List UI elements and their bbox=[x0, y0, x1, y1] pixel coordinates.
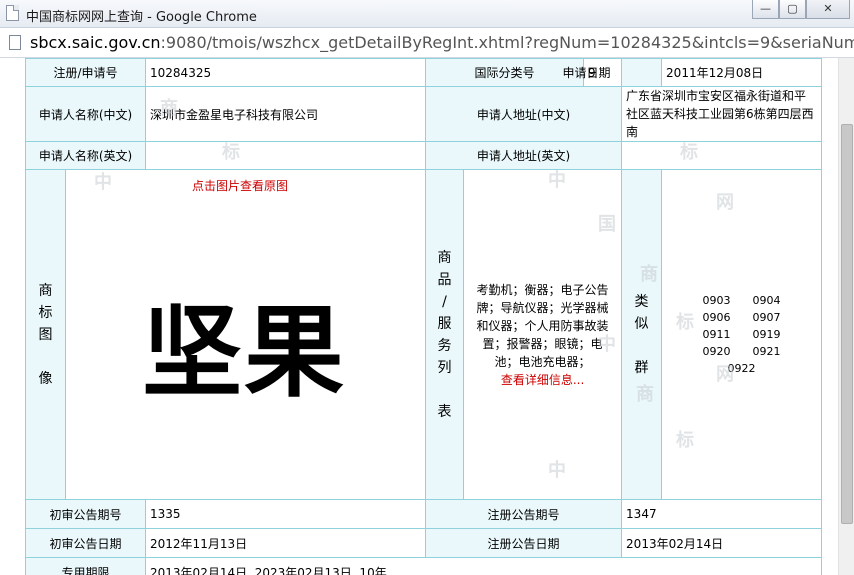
group-code: 0920 bbox=[702, 345, 731, 358]
label-char: 品 bbox=[437, 271, 452, 288]
label-char bbox=[430, 379, 459, 401]
label-similar-group: 类 似 群 bbox=[621, 169, 663, 500]
trademark-detail-table: 注册/申请号 10284325 国际分类号 9 申请日期 2011年12月08日… bbox=[24, 58, 823, 575]
label-char: 像 bbox=[38, 370, 53, 387]
trademark-mark-text: 坚果 bbox=[142, 293, 346, 411]
value-address-en bbox=[621, 141, 823, 170]
group-code: 0922 bbox=[727, 362, 756, 375]
page-icon bbox=[9, 35, 21, 50]
value-prelim-pub-num: 1335 bbox=[145, 499, 427, 529]
label-char: 表 bbox=[437, 403, 452, 420]
close-icon[interactable]: ✕ bbox=[806, 0, 850, 19]
group-code: 0904 bbox=[752, 294, 781, 307]
vertical-scrollbar[interactable] bbox=[838, 58, 854, 575]
label-char: 群 bbox=[634, 359, 649, 376]
row-trademark-image: 商 标 图 像 点击图片查看原图 坚果 商 品 / 服 务 列 表 考勤机；衡器… bbox=[25, 169, 823, 500]
value-apply-date: 2011年12月08日 bbox=[661, 58, 823, 87]
group-code: 0906 bbox=[702, 311, 731, 324]
label-address-cn: 申请人地址(中文) bbox=[425, 86, 623, 142]
label-char: 图 bbox=[38, 326, 53, 343]
label-char: / bbox=[442, 293, 447, 310]
value-address-cn: 广东省深圳市宝安区福永街道和平社区蓝天科技工业园第6栋第四层西南 bbox=[621, 86, 823, 142]
scrollbar-thumb[interactable] bbox=[841, 124, 853, 524]
row-applicant-cn: 申请人名称(中文) 深圳市金盈星电子科技有限公司 申请人地址(中文) 广东省深圳… bbox=[24, 86, 823, 142]
label-apply-date-text: 申请日期 bbox=[562, 66, 611, 80]
row-pub-date: 初审公告日期 2012年11月13日 注册公告日期 2013年02月14日 bbox=[24, 528, 823, 558]
label-apply-date: 申请日期 bbox=[563, 58, 663, 87]
label-char: 标 bbox=[38, 304, 53, 321]
window-title: 中国商标网网上查询 - Google Chrome bbox=[26, 10, 257, 25]
value-exclusive-term: 2013年02月14日 2023年02月13日 10年 bbox=[145, 557, 823, 575]
label-char: 商 bbox=[38, 282, 53, 299]
value-reg-pub-num: 1347 bbox=[621, 499, 823, 529]
goods-text: 考勤机；衡器；电子公告牌；导航仪器；光学器械和仪器；个人用防事故装置；报警器；眼… bbox=[476, 282, 609, 369]
label-char: 似 bbox=[634, 315, 649, 332]
url-host: sbcx.saic.gov.cn bbox=[30, 33, 161, 52]
label-applicant-cn: 申请人名称(中文) bbox=[24, 86, 147, 142]
label-intl-class: 国际分类号 bbox=[425, 58, 585, 87]
label-prelim-pub-num: 初审公告期号 bbox=[24, 499, 147, 529]
row-registration: 注册/申请号 10284325 国际分类号 9 申请日期 2011年12月08日 bbox=[24, 58, 823, 87]
group-code: 0919 bbox=[752, 328, 781, 341]
goods-services-list: 考勤机；衡器；电子公告牌；导航仪器；光学器械和仪器；个人用防事故装置；报警器；眼… bbox=[463, 169, 623, 500]
similar-groups-grid: 0903 0904 0906 0907 0911 0919 0920 0921 0922 bbox=[692, 292, 792, 377]
trademark-image-cell: 点击图片查看原图 坚果 bbox=[64, 169, 427, 500]
row-applicant-en: 申请人名称(英文) 申请人地址(英文) bbox=[24, 141, 823, 170]
window-controls: — ▢ ✕ bbox=[752, 0, 850, 20]
group-code: 0911 bbox=[702, 328, 731, 341]
value-reg-num: 10284325 bbox=[145, 58, 427, 87]
label-char: 列 bbox=[437, 359, 452, 376]
group-code: 0903 bbox=[702, 294, 731, 307]
maximize-icon[interactable]: ▢ bbox=[779, 0, 806, 19]
label-exclusive-term: 专用期限 bbox=[24, 557, 147, 575]
label-char bbox=[626, 335, 657, 357]
value-reg-pub-date: 2013年02月14日 bbox=[621, 528, 823, 558]
label-reg-num: 注册/申请号 bbox=[24, 58, 147, 87]
view-details-link[interactable]: 查看详细信息... bbox=[474, 371, 611, 389]
label-char bbox=[30, 346, 61, 368]
label-goods-list: 商 品 / 服 务 列 表 bbox=[425, 169, 465, 500]
minimize-icon[interactable]: — bbox=[752, 0, 779, 19]
similar-groups: 0903 0904 0906 0907 0911 0919 0920 0921 0922 bbox=[661, 169, 823, 500]
row-pub-num: 初审公告期号 1335 注册公告期号 1347 bbox=[24, 499, 823, 529]
label-char: 类 bbox=[634, 293, 649, 310]
label-char: 服 bbox=[437, 315, 452, 332]
value-prelim-pub-date: 2012年11月13日 bbox=[145, 528, 427, 558]
address-bar[interactable]: sbcx.saic.gov.cn:9080/tmois/wszhcx_getDe… bbox=[0, 28, 854, 58]
label-char: 务 bbox=[437, 337, 452, 354]
value-applicant-cn: 深圳市金盈星电子科技有限公司 bbox=[145, 86, 427, 142]
label-applicant-en: 申请人名称(英文) bbox=[24, 141, 147, 170]
label-reg-pub-date: 注册公告日期 bbox=[425, 528, 623, 558]
label-trademark-image: 商 标 图 像 bbox=[25, 169, 66, 500]
trademark-image[interactable]: 坚果 bbox=[94, 192, 394, 492]
group-code: 0907 bbox=[752, 311, 781, 324]
page-document-icon bbox=[6, 5, 19, 21]
label-reg-pub-num: 注册公告期号 bbox=[425, 499, 623, 529]
value-applicant-en bbox=[145, 141, 427, 170]
window-titlebar: 中国商标网网上查询 - Google Chrome — ▢ ✕ bbox=[0, 0, 854, 28]
label-address-en: 申请人地址(英文) bbox=[425, 141, 623, 170]
url-path: :9080/tmois/wszhcx_getDetailByRegInt.xht… bbox=[160, 33, 854, 52]
url-text[interactable]: sbcx.saic.gov.cn:9080/tmois/wszhcx_getDe… bbox=[30, 33, 854, 52]
label-prelim-pub-date: 初审公告日期 bbox=[24, 528, 147, 558]
label-char: 商 bbox=[437, 249, 452, 266]
page-content: 注册/申请号 10284325 国际分类号 9 申请日期 2011年12月08日… bbox=[0, 58, 838, 575]
row-exclusive-term: 专用期限 2013年02月14日 2023年02月13日 10年 bbox=[24, 557, 823, 575]
group-code: 0921 bbox=[752, 345, 781, 358]
